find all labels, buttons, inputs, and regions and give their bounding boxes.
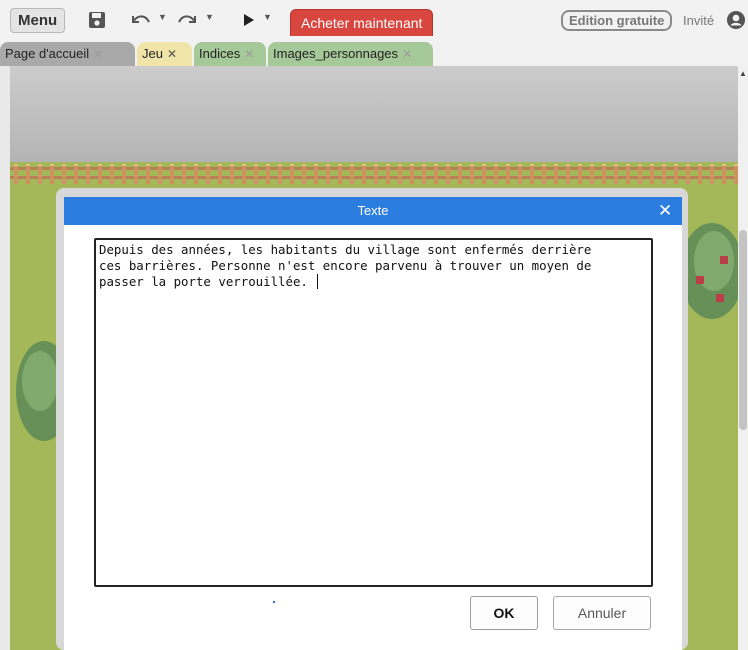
menu-button[interactable]: Menu [10, 8, 66, 33]
tab-close-icon[interactable]: ✕ [402, 47, 412, 61]
dialog-header: Texte ✕ [64, 197, 682, 225]
tab-game[interactable]: Jeu ✕ [137, 42, 192, 66]
dialog-text-area[interactable]: Depuis des années, les habitants du vill… [94, 238, 653, 587]
undo-icon[interactable] [130, 9, 152, 31]
undo-dropdown-icon[interactable]: ▼ [158, 12, 167, 22]
dot-marker [273, 601, 275, 603]
tab-label: Jeu [142, 46, 163, 61]
redo-dropdown-icon[interactable]: ▼ [205, 12, 214, 22]
scrollbar-thumb[interactable] [739, 230, 747, 430]
text-cursor [317, 274, 319, 289]
user-circle-icon[interactable] [726, 10, 746, 35]
guest-label[interactable]: Invité [683, 13, 714, 28]
toolbar: Menu ▼ ▼ ▼ Acheter maintenant Edition gr… [0, 0, 748, 40]
cancel-button[interactable]: Annuler [553, 596, 651, 630]
tab-home[interactable]: Page d'accueil ✕ [0, 42, 135, 66]
play-dropdown-icon[interactable]: ▼ [263, 12, 272, 22]
ok-button[interactable]: OK [470, 596, 538, 630]
play-icon[interactable] [242, 9, 256, 31]
buy-now-button[interactable]: Acheter maintenant [290, 9, 434, 36]
redo-icon[interactable] [176, 9, 198, 31]
save-icon[interactable] [88, 9, 106, 31]
tab-close-icon[interactable]: ✕ [244, 47, 254, 61]
tab-label: Indices [199, 46, 241, 61]
text-dialog: Texte ✕ Depuis des années, les habitants… [64, 197, 682, 650]
scroll-up-icon[interactable]: ▲ [739, 69, 747, 78]
tab-close-icon[interactable]: ✕ [93, 47, 103, 61]
tab-character-images[interactable]: Images_personnages ✕ [268, 42, 433, 66]
dialog-text: Depuis des années, les habitants du vill… [99, 242, 592, 289]
tab-bar: Page d'accueil ✕ Jeu ✕ Indices ✕ Images_per… [0, 40, 748, 66]
dialog-title: Texte [357, 203, 389, 218]
close-icon[interactable]: ✕ [658, 197, 672, 225]
tab-close-icon[interactable]: ✕ [167, 47, 177, 61]
tab-label: Images_personnages [273, 46, 399, 61]
tab-hints[interactable]: Indices ✕ [194, 42, 266, 66]
tab-label: Page d'accueil [5, 46, 90, 61]
edition-badge[interactable]: Edition gratuite [561, 10, 673, 31]
